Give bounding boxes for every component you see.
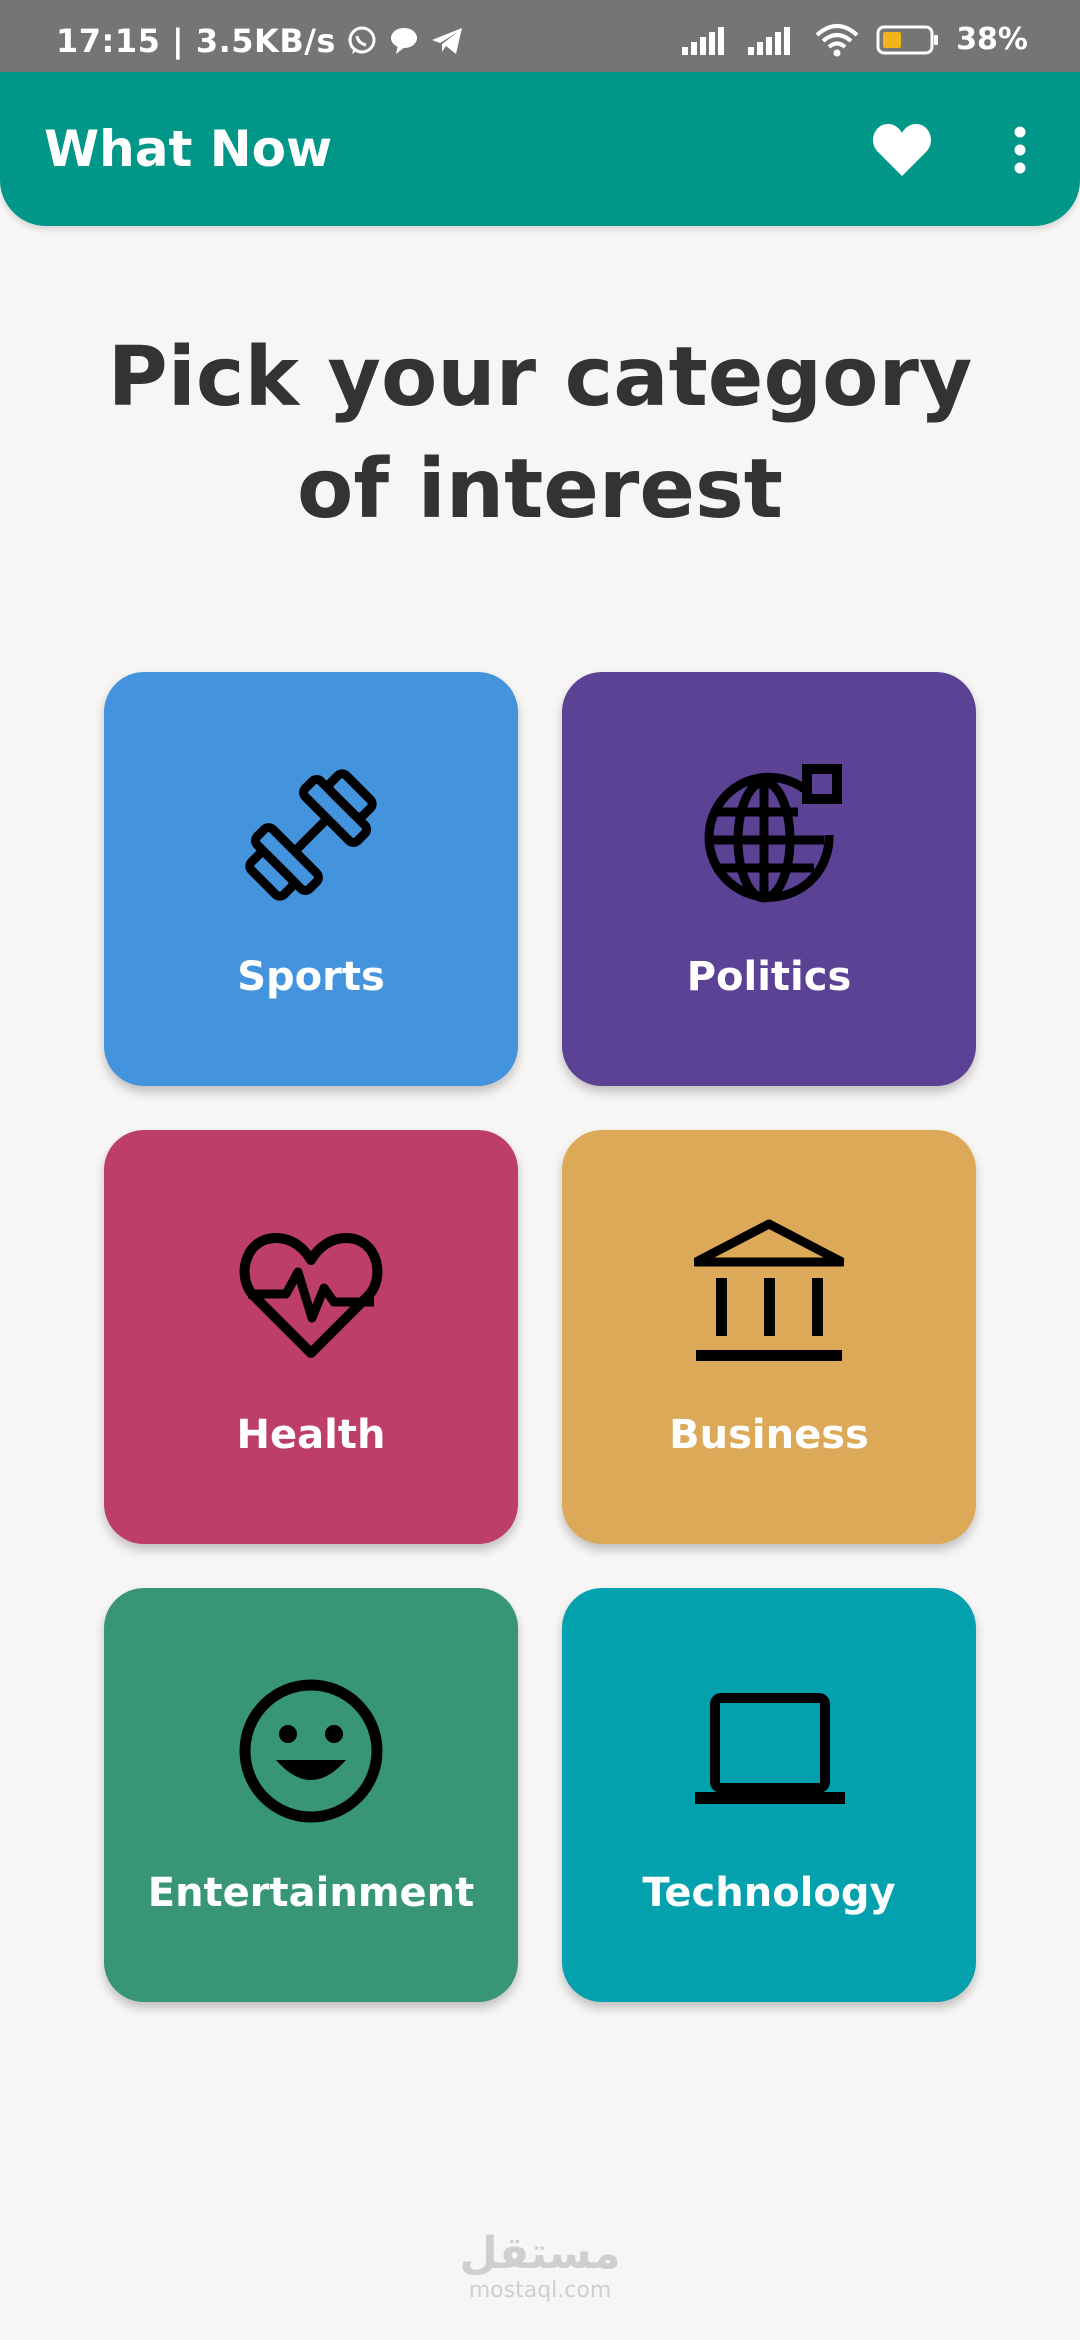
laptop-icon <box>695 1693 845 1804</box>
globe-icon <box>704 764 842 903</box>
category-label: Sports <box>237 954 385 1000</box>
category-label: Technology <box>642 1870 896 1916</box>
telegram-icon <box>431 28 462 54</box>
status-left: 17:15 | 3.5KB/s <box>56 22 464 60</box>
favorites-button[interactable] <box>870 120 934 180</box>
category-card-politics[interactable]: Politics <box>562 672 976 1086</box>
status-right: 38% <box>682 22 1028 57</box>
watermark-arabic: مستقل <box>459 2228 621 2279</box>
category-label: Health <box>236 1412 386 1458</box>
whatsapp-icon <box>348 26 376 54</box>
category-grid: Sports Politics Health Business Entertai… <box>104 672 976 2002</box>
signal-icon <box>682 26 725 55</box>
smiley-icon <box>239 1679 383 1823</box>
wifi-icon <box>815 23 859 56</box>
watermark-latin: mostaql.com <box>468 2278 612 2303</box>
category-label: Politics <box>686 954 852 1000</box>
signal-icon <box>748 26 791 55</box>
overflow-menu-button[interactable] <box>1000 120 1040 180</box>
battery-percent: 38% <box>956 22 1028 57</box>
chat-bubble-icon <box>390 28 417 54</box>
app-bar: What Now <box>0 72 1080 226</box>
status-time: 17:15 | 3.5KB/s <box>56 22 336 60</box>
more-vert-icon <box>1014 126 1026 174</box>
category-card-sports[interactable]: Sports <box>104 672 518 1086</box>
watermark: مستقل mostaql.com <box>0 2228 1080 2304</box>
page-heading: Pick your category of interest <box>107 330 973 537</box>
category-card-health[interactable]: Health <box>104 1130 518 1544</box>
dumbbell-icon <box>245 769 377 901</box>
category-card-business[interactable]: Business <box>562 1130 976 1544</box>
bank-icon <box>694 1219 844 1361</box>
category-label: Entertainment <box>147 1870 475 1916</box>
heart-icon <box>873 124 931 176</box>
category-label: Business <box>669 1412 869 1458</box>
category-card-entertainment[interactable]: Entertainment <box>104 1588 518 2002</box>
battery-icon <box>876 25 939 54</box>
heart-pulse-icon <box>239 1233 383 1358</box>
app-title: What Now <box>44 120 333 178</box>
category-card-technology[interactable]: Technology <box>562 1588 976 2002</box>
